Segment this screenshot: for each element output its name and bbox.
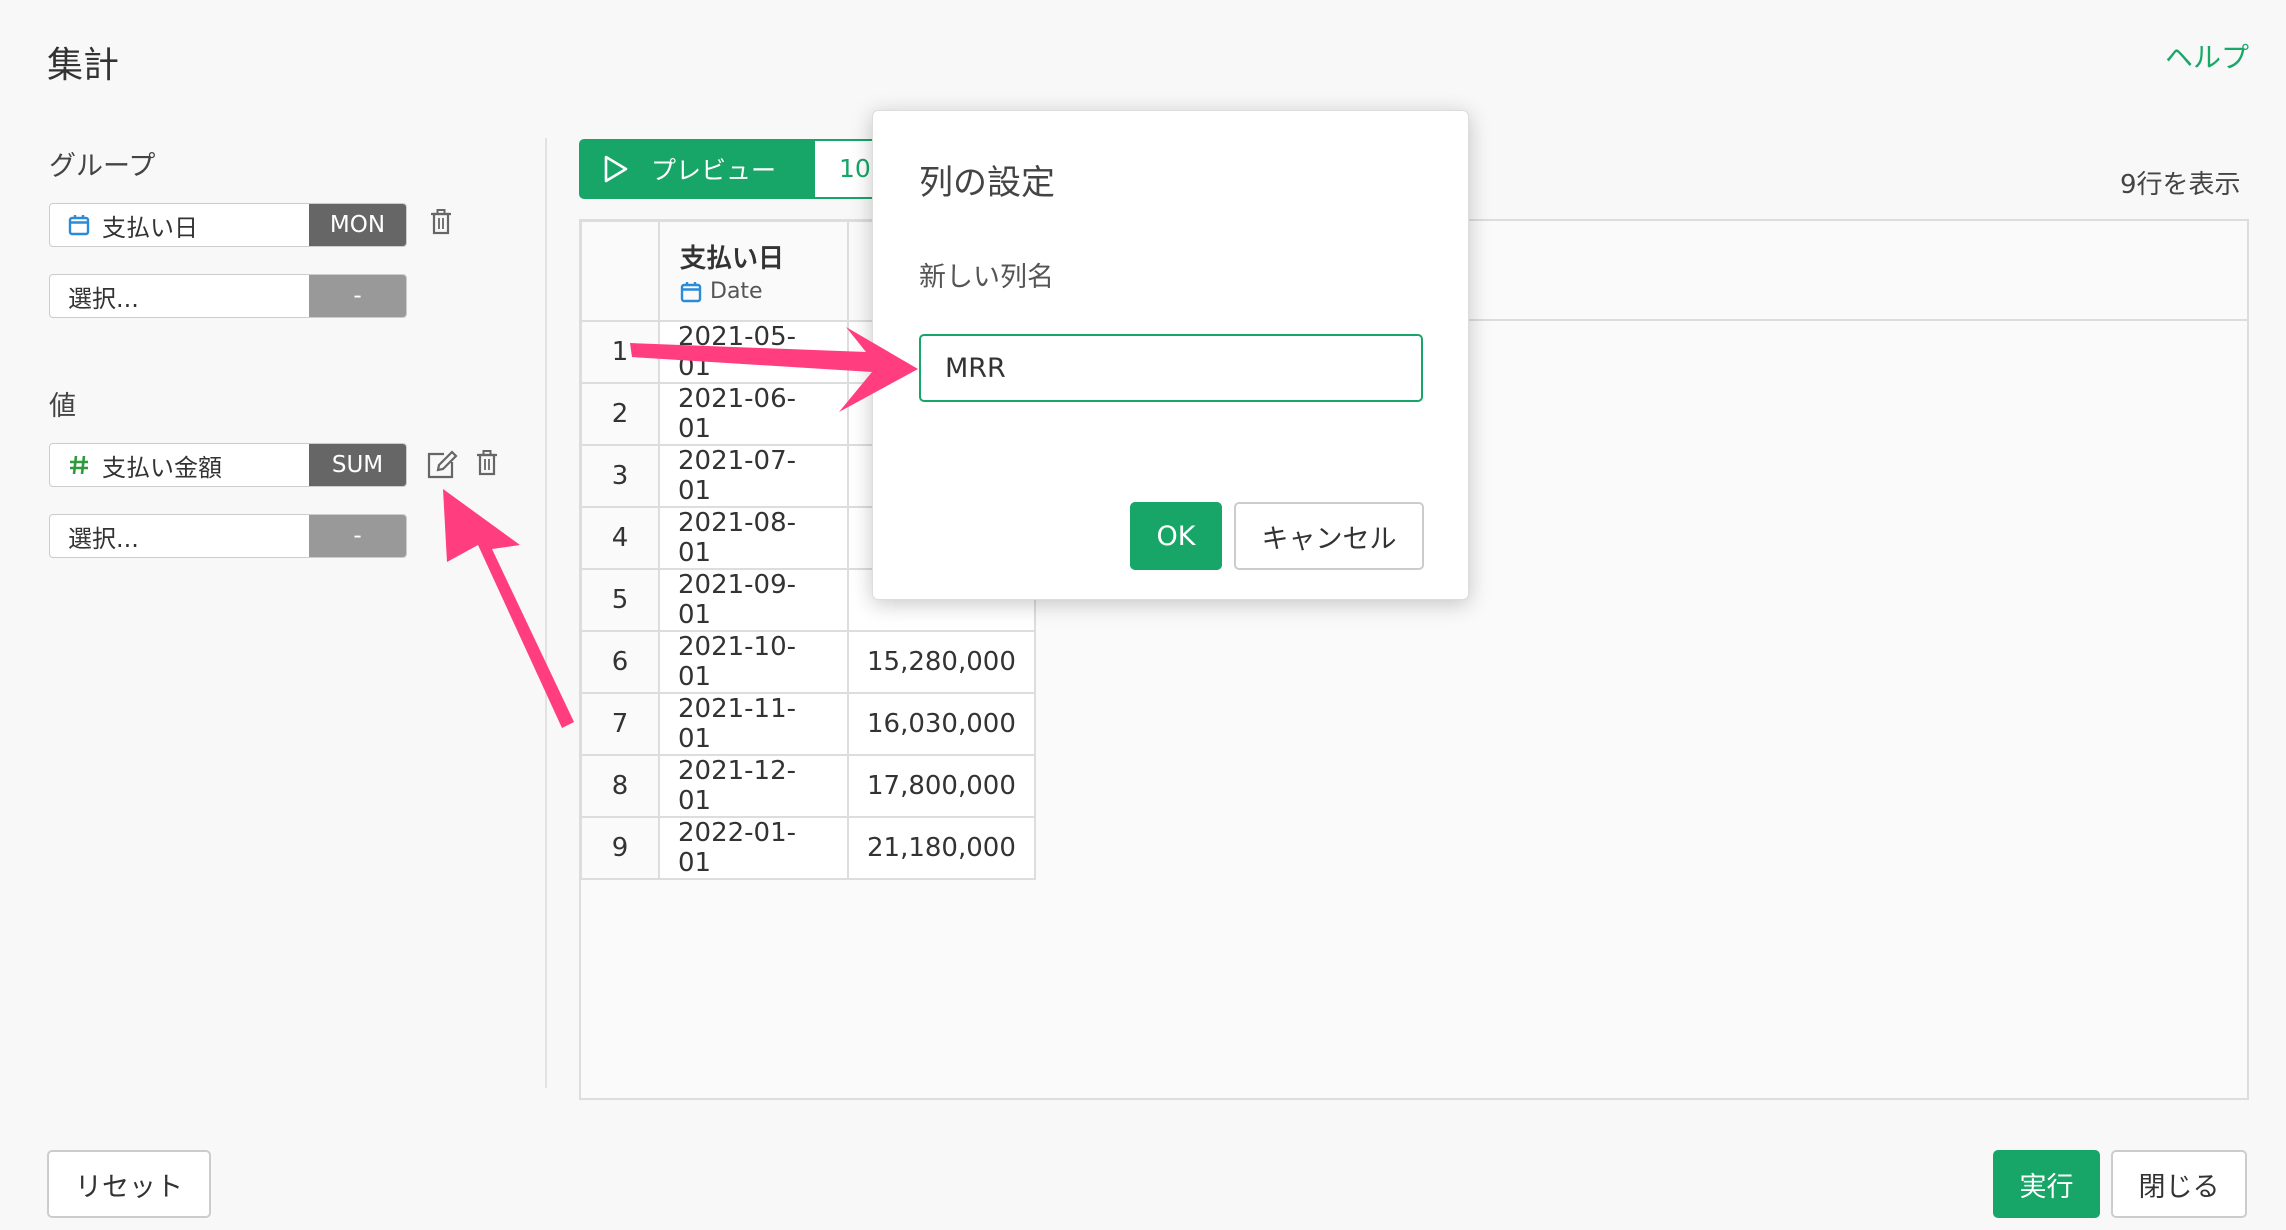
trash-icon[interactable] bbox=[429, 209, 453, 241]
cell-amount: 17,800,000 bbox=[847, 754, 1036, 818]
cell-date: 2021-09-01 bbox=[658, 568, 849, 632]
value-add-agg[interactable]: - bbox=[309, 515, 406, 557]
preview-button[interactable]: プレビュー bbox=[579, 139, 815, 199]
cell-date: 2021-12-01 bbox=[658, 754, 849, 818]
new-column-name-label: 新しい列名 bbox=[919, 262, 1054, 293]
row-index: 9 bbox=[580, 816, 660, 880]
panel-divider bbox=[545, 138, 547, 1088]
cell-amount: 21,180,000 bbox=[847, 816, 1036, 880]
row-index: 1 bbox=[580, 320, 660, 384]
cell-date: 2021-06-01 bbox=[658, 382, 849, 446]
group-add-placeholder: 選択... bbox=[68, 284, 139, 313]
arrow-to-edit-icon bbox=[443, 489, 574, 728]
group-column-select[interactable]: 支払い日 MON bbox=[49, 203, 407, 247]
column-settings-dialog: 列の設定 新しい列名 OK キャンセル bbox=[872, 110, 1469, 600]
index-header bbox=[580, 220, 660, 322]
column-header-name: 支払い日 bbox=[680, 244, 785, 274]
edit-icon[interactable] bbox=[426, 450, 458, 484]
row-index: 8 bbox=[580, 754, 660, 818]
row-index: 2 bbox=[580, 382, 660, 446]
row-index: 7 bbox=[580, 692, 660, 756]
cell-date: 2021-05-01 bbox=[658, 320, 849, 384]
hash-icon bbox=[70, 455, 88, 475]
cell-amount: 16,030,000 bbox=[847, 692, 1036, 756]
run-button[interactable]: 実行 bbox=[1993, 1150, 2100, 1218]
cell-date: 2021-11-01 bbox=[658, 692, 849, 756]
group-column-name: 支払い日 bbox=[102, 213, 198, 242]
dialog-title: 列の設定 bbox=[919, 163, 1055, 203]
value-add-select[interactable]: 選択... - bbox=[49, 514, 407, 558]
cell-amount: 15,280,000 bbox=[847, 630, 1036, 694]
rows-info: 9行を表示 bbox=[2120, 170, 2241, 200]
cell-date: 2021-08-01 bbox=[658, 506, 849, 570]
table-row: 7 2021-11-01 16,030,000 bbox=[580, 692, 1036, 756]
group-section-label: グループ bbox=[49, 151, 156, 182]
table-row: 9 2022-01-01 21,180,000 bbox=[580, 816, 1036, 880]
trash-icon[interactable] bbox=[475, 450, 499, 482]
row-limit-input[interactable]: 10 bbox=[815, 139, 875, 199]
new-column-name-input[interactable] bbox=[919, 334, 1423, 402]
value-column-name: 支払い金額 bbox=[102, 453, 222, 482]
calendar-icon bbox=[680, 281, 702, 302]
ok-button[interactable]: OK bbox=[1130, 502, 1222, 570]
calendar-icon bbox=[68, 215, 90, 236]
value-add-placeholder: 選択... bbox=[68, 524, 139, 553]
values-section-label: 値 bbox=[49, 391, 76, 422]
cancel-button[interactable]: キャンセル bbox=[1234, 502, 1424, 570]
group-agg-button[interactable]: MON bbox=[309, 204, 406, 246]
column-header-date[interactable]: 支払い日 Date bbox=[658, 220, 849, 322]
play-icon bbox=[604, 155, 628, 183]
group-add-select[interactable]: 選択... - bbox=[49, 274, 407, 318]
reset-button[interactable]: リセット bbox=[47, 1150, 211, 1218]
table-row: 8 2021-12-01 17,800,000 bbox=[580, 754, 1036, 818]
cell-date: 2021-10-01 bbox=[658, 630, 849, 694]
group-add-agg[interactable]: - bbox=[309, 275, 406, 317]
row-index: 5 bbox=[580, 568, 660, 632]
table-row: 6 2021-10-01 15,280,000 bbox=[580, 630, 1036, 694]
cell-date: 2021-07-01 bbox=[658, 444, 849, 508]
close-button[interactable]: 閉じる bbox=[2111, 1150, 2247, 1218]
row-index: 4 bbox=[580, 506, 660, 570]
preview-button-label: プレビュー bbox=[651, 156, 777, 185]
row-index: 6 bbox=[580, 630, 660, 694]
help-link[interactable]: ヘルプ bbox=[2165, 36, 2249, 76]
cell-date: 2022-01-01 bbox=[658, 816, 849, 880]
value-column-select[interactable]: 支払い金額 SUM bbox=[49, 443, 407, 487]
row-index: 3 bbox=[580, 444, 660, 508]
value-agg-button[interactable]: SUM bbox=[309, 444, 406, 486]
page-title: 集計 bbox=[47, 45, 120, 86]
column-header-type: Date bbox=[710, 279, 763, 304]
